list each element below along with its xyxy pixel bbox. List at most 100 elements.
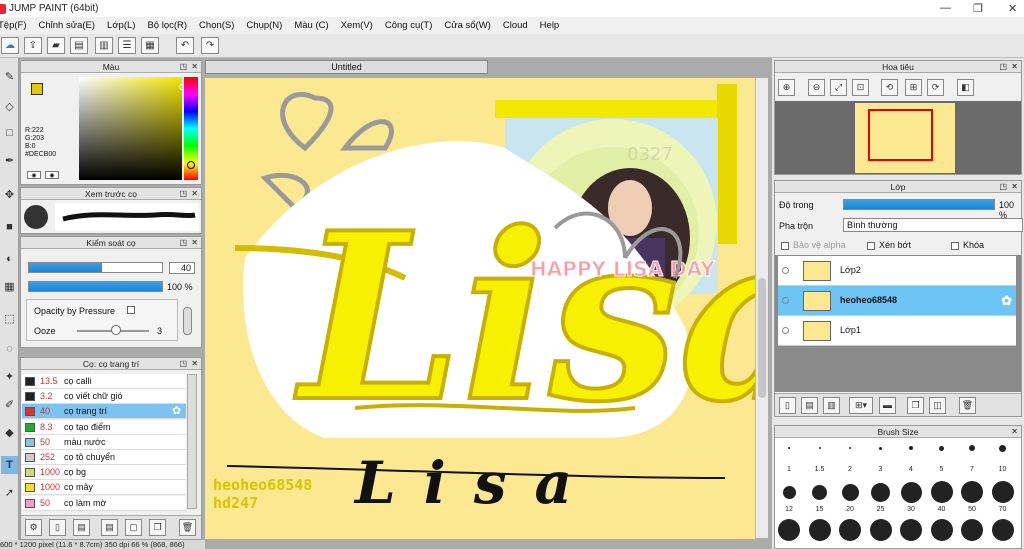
float-icon[interactable]: ◳ — [179, 358, 187, 370]
brush-export-icon[interactable]: ▢ — [125, 519, 142, 536]
color-mode-button[interactable]: ◉ — [27, 171, 41, 179]
brush-list-scrollbar[interactable] — [187, 374, 197, 509]
layer-row[interactable]: Lớp2 — [778, 256, 1016, 286]
brush-size-option[interactable] — [969, 445, 975, 451]
bucket-tool-icon[interactable]: ◐ — [1, 250, 18, 268]
close-icon[interactable]: ✕ — [191, 188, 198, 200]
menu-color[interactable]: Màu (C) — [294, 20, 328, 31]
brush-size-option[interactable] — [991, 519, 1014, 541]
visibility-icon[interactable] — [782, 297, 789, 304]
cloud-icon[interactable]: ☁ — [1, 37, 19, 54]
brush-size-option[interactable] — [848, 446, 852, 450]
hue-handle[interactable] — [187, 161, 195, 169]
brush-size-option[interactable] — [871, 482, 890, 502]
undo-icon[interactable]: ↶ — [176, 37, 194, 54]
flip-icon[interactable]: ◧ — [957, 79, 974, 96]
lock-checkbox[interactable] — [951, 241, 959, 250]
rotate-left-icon[interactable]: ⟲ — [881, 79, 898, 96]
export-icon[interactable]: ⇪ — [24, 37, 42, 54]
delete-brush-icon[interactable]: 🗑 — [179, 519, 196, 536]
eraser-tool-icon[interactable]: ◇ — [1, 98, 18, 116]
close-icon[interactable]: ✕ — [191, 358, 198, 370]
merge-layer-icon[interactable]: ❐ — [907, 397, 924, 414]
brush-settings-gear-icon[interactable]: ✿ — [172, 404, 181, 419]
brush-size-slider[interactable] — [28, 262, 163, 273]
menu-tools[interactable]: Công cụ(T) — [385, 20, 433, 31]
zoom-in-icon[interactable]: ⊕ — [778, 79, 795, 96]
navigator-thumbnail[interactable] — [855, 103, 955, 173]
brush-size-value[interactable]: 40 — [169, 262, 195, 274]
layer-properties-icon[interactable]: ▥ — [823, 397, 840, 414]
menu-window[interactable]: Cửa sổ(W) — [444, 20, 490, 31]
brush-size-option[interactable] — [782, 485, 796, 499]
menu-view[interactable]: Xem(V) — [341, 20, 373, 31]
folder-icon[interactable]: ▬ — [879, 397, 896, 414]
layer-opacity-slider[interactable] — [843, 199, 995, 210]
brush-size-option[interactable] — [869, 519, 892, 541]
brush-list-item[interactable]: 1000 cọ mây — [22, 480, 186, 496]
fit-view-icon[interactable]: ⤢ — [830, 79, 847, 96]
brush-list-item[interactable]: 50 màu nước — [22, 434, 186, 450]
text-tool-icon[interactable]: T — [1, 456, 18, 474]
drawing-canvas[interactable]: Lisa Lisa heoheo68548 hd247 HAPPY LISA D… — [205, 78, 755, 539]
clip-checkbox[interactable] — [867, 241, 875, 250]
page-icon[interactable]: ▥ — [95, 37, 113, 54]
brush-list-item[interactable]: 3.2 cọ viết chữ gió — [22, 389, 186, 405]
menu-edit[interactable]: Chỉnh sửa(E) — [39, 20, 96, 31]
brush-size-option[interactable] — [930, 519, 953, 541]
ooze-slider[interactable] — [77, 325, 149, 335]
lasso-tool-icon[interactable]: ◌ — [1, 340, 18, 358]
float-icon[interactable]: ◳ — [999, 181, 1007, 193]
opacity-by-pressure-checkbox[interactable] — [127, 306, 135, 314]
canvas-vertical-scrollbar[interactable] — [755, 78, 768, 538]
message-icon[interactable]: ▤ — [70, 37, 88, 54]
grid-icon[interactable]: ▦ — [141, 37, 159, 54]
float-icon[interactable]: ◳ — [179, 61, 187, 73]
rotate-right-icon[interactable]: ⟳ — [927, 79, 944, 96]
brush-size-option[interactable] — [900, 481, 922, 503]
rotate-reset-icon[interactable]: ⊞ — [905, 79, 922, 96]
comment-icon[interactable]: ▰ — [47, 37, 65, 54]
clip-option[interactable]: Xén bớt — [867, 240, 911, 250]
pen-tool-icon[interactable]: ✒ — [1, 152, 18, 170]
eyedropper-tool-icon[interactable]: ➚ — [1, 484, 18, 502]
float-icon[interactable]: ◳ — [179, 188, 187, 200]
navigator-viewport-box[interactable] — [868, 109, 933, 161]
layer-settings-gear-icon[interactable]: ✿ — [1001, 293, 1012, 309]
layer-row[interactable]: heoheo68548 ✿ — [778, 286, 1016, 316]
layer-mask-icon[interactable]: ◫ — [929, 397, 946, 414]
copy-layer-icon[interactable]: ▤ — [801, 397, 818, 414]
menu-select[interactable]: Chọn(S) — [199, 20, 234, 31]
visibility-icon[interactable] — [782, 327, 789, 334]
close-icon[interactable]: ✕ — [191, 237, 198, 249]
gradient-tool-icon[interactable]: ▦ — [1, 278, 18, 296]
add-layer-menu-icon[interactable]: ⊞▾ — [849, 397, 873, 414]
wand-tool-icon[interactable]: ✦ — [1, 368, 18, 386]
close-icon[interactable]: ✕ — [1011, 181, 1018, 193]
brush-size-option[interactable] — [812, 484, 827, 500]
color-swap-button[interactable]: ◉ — [45, 171, 59, 179]
brush-tool-icon[interactable]: ✎ — [1, 68, 18, 86]
delete-layer-icon[interactable]: 🗑 — [959, 397, 976, 414]
brush-size-option[interactable] — [808, 519, 831, 541]
brush-size-option[interactable] — [930, 481, 953, 503]
brush-duplicate-icon[interactable]: ❐ — [149, 519, 166, 536]
brush-list-item[interactable]: 1000 cọ bg — [22, 465, 186, 481]
move-tool-icon[interactable]: ✥ — [1, 186, 18, 204]
brush-size-option[interactable] — [778, 519, 800, 541]
brush-opacity-slider[interactable] — [28, 281, 163, 292]
brush-list-item[interactable]: 40 cọ trang trí ✿ — [22, 404, 186, 420]
brush-copy-icon[interactable]: ▤ — [73, 519, 90, 536]
float-icon[interactable]: ◳ — [999, 61, 1007, 73]
menu-help[interactable]: Help — [540, 20, 560, 31]
minimize-button[interactable]: — — [940, 2, 951, 14]
brush-size-option[interactable] — [788, 447, 790, 449]
menu-layer[interactable]: Lớp(L) — [107, 20, 135, 31]
protect-alpha-option[interactable]: Bảo vệ alpha — [781, 240, 846, 250]
blend-mode-select[interactable]: Bình thường — [843, 218, 1023, 232]
protect-alpha-checkbox[interactable] — [781, 241, 789, 250]
brush-size-option[interactable] — [999, 444, 1006, 452]
brush-size-option[interactable] — [991, 481, 1014, 503]
ooze-slider-knob[interactable] — [110, 325, 121, 335]
menu-capture[interactable]: Chụp(N) — [246, 20, 282, 31]
